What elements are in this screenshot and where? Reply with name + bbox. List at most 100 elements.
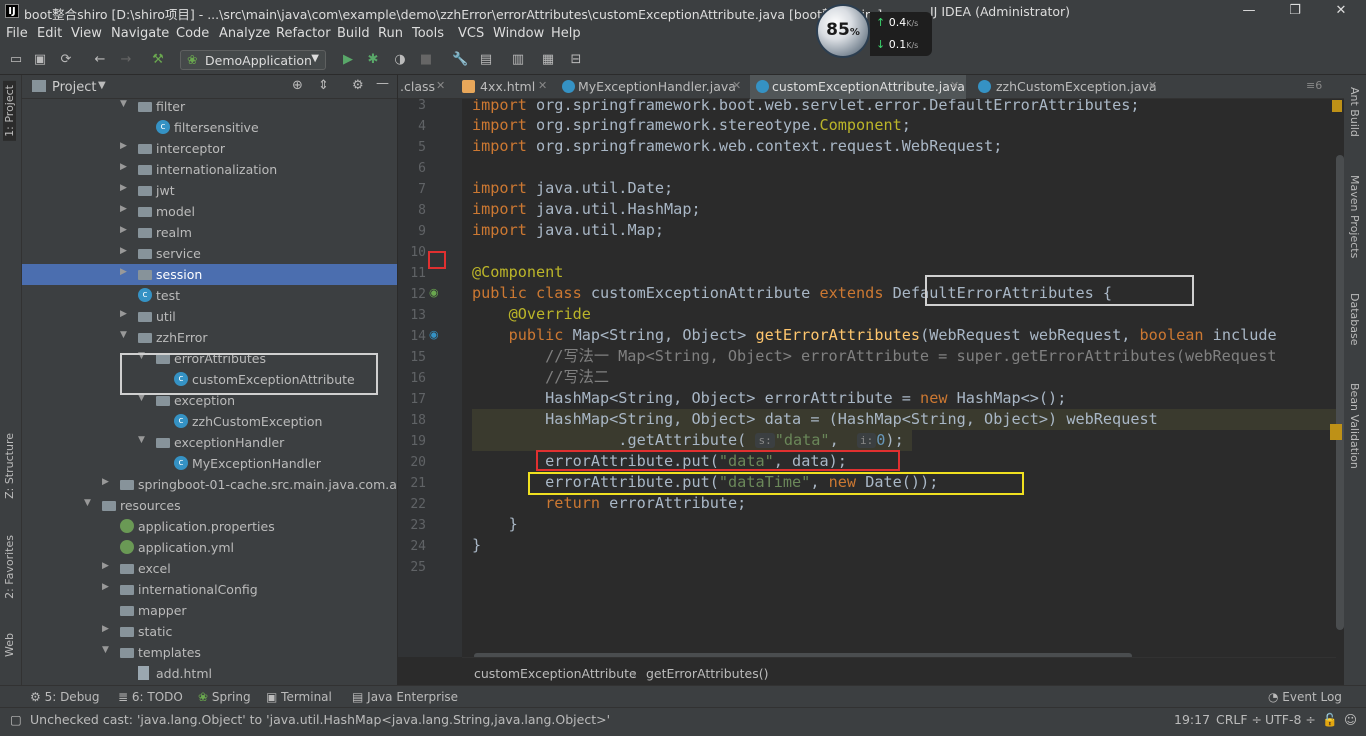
lock-icon[interactable]: 🔓: [1322, 712, 1338, 728]
menu-view[interactable]: View: [71, 26, 102, 41]
tree-item[interactable]: c MyExceptionHandler: [22, 453, 397, 474]
maven-tool-tab[interactable]: Maven Projects: [1348, 175, 1361, 258]
status-indicator-icon[interactable]: ▢: [10, 712, 22, 727]
save-all-icon[interactable]: ▣: [32, 52, 48, 68]
project-structure-icon[interactable]: ▤: [478, 52, 494, 68]
tree-item[interactable]: ▶ util: [22, 306, 397, 327]
tree-item[interactable]: ▶ jwt: [22, 180, 397, 201]
chevron-right-icon[interactable]: ▶: [120, 309, 127, 319]
sync-icon[interactable]: ⟳: [58, 52, 74, 68]
menu-analyze[interactable]: Analyze: [219, 26, 270, 41]
minimize-button[interactable]: —: [1234, 2, 1264, 20]
chevron-right-icon[interactable]: ▶: [102, 561, 109, 571]
line-separator[interactable]: CRLF ÷: [1216, 712, 1262, 727]
tree-item[interactable]: ▼ resources: [22, 495, 397, 516]
web-tool-tab[interactable]: Web: [3, 633, 16, 657]
chevron-right-icon[interactable]: ▶: [120, 162, 127, 172]
editor-vertical-scrollbar[interactable]: [1336, 155, 1344, 630]
tree-item[interactable]: ▶ springboot-01-cache.src.main.java.com.a…: [22, 474, 397, 495]
close-icon[interactable]: ✕: [732, 79, 741, 92]
warning-summary-icon[interactable]: [1332, 100, 1342, 112]
tree-item[interactable]: application.yml: [22, 537, 397, 558]
chevron-down-icon[interactable]: ▼: [120, 330, 127, 340]
debug-tool-tab[interactable]: ⚙ 5: Debug: [30, 690, 100, 704]
breadcrumb-method[interactable]: getErrorAttributes(): [646, 666, 768, 681]
ant-build-tool-tab[interactable]: Ant Build: [1348, 87, 1361, 137]
back-icon[interactable]: ←: [92, 52, 108, 68]
menu-window[interactable]: Window: [493, 26, 544, 41]
spring-tool-tab[interactable]: ❀ Spring: [198, 690, 251, 704]
tree-item[interactable]: ▼ templates: [22, 642, 397, 663]
menu-build[interactable]: Build: [337, 26, 370, 41]
chevron-down-icon[interactable]: ▼: [138, 435, 145, 445]
gear-icon[interactable]: ⚙: [352, 78, 364, 93]
override-gutter-icon[interactable]: ◉: [429, 328, 439, 341]
chevron-right-icon[interactable]: ▶: [120, 183, 127, 193]
chevron-right-icon[interactable]: ▶: [102, 582, 109, 592]
bean-validation-tool-tab[interactable]: Bean Validation: [1348, 383, 1361, 469]
structure-tool-tab[interactable]: Z: Structure: [3, 433, 16, 499]
menu-refactor[interactable]: Refactor: [276, 26, 331, 41]
menu-help[interactable]: Help: [551, 26, 581, 41]
database-tool-tab[interactable]: Database: [1348, 293, 1361, 346]
chevron-right-icon[interactable]: ▶: [120, 141, 127, 151]
warning-marker[interactable]: [1330, 424, 1342, 440]
tree-item[interactable]: ▶ session: [22, 264, 397, 285]
close-icon[interactable]: ✕: [436, 79, 445, 92]
terminal-icon[interactable]: ⊟: [568, 52, 584, 68]
tree-item[interactable]: c filtersensitive: [22, 117, 397, 138]
chevron-down-icon[interactable]: ▼: [98, 80, 106, 91]
code-editor[interactable]: import org.springframework.boot.web.serv…: [462, 99, 1336, 657]
chevron-right-icon[interactable]: ▶: [120, 225, 127, 235]
sdk-icon[interactable]: ▥: [510, 52, 526, 68]
breadcrumb-class[interactable]: customExceptionAttribute: [474, 666, 637, 681]
chevron-down-icon[interactable]: ▼: [120, 99, 127, 109]
tree-item[interactable]: ▶ internationalization: [22, 159, 397, 180]
todo-tool-tab[interactable]: ≣ 6: TODO: [118, 690, 183, 704]
open-folder-icon[interactable]: ▭: [8, 52, 24, 68]
tree-item[interactable]: ▼ exceptionHandler: [22, 432, 397, 453]
menu-edit[interactable]: Edit: [37, 26, 62, 41]
chevron-down-icon[interactable]: ▼: [102, 645, 109, 655]
stop-icon[interactable]: ■: [418, 52, 434, 68]
tree-item[interactable]: c zzhCustomException: [22, 411, 397, 432]
chevron-right-icon[interactable]: ▶: [120, 204, 127, 214]
project-panel-title[interactable]: Project: [52, 80, 96, 95]
hide-panel-icon[interactable]: —: [376, 76, 389, 91]
close-icon[interactable]: ✕: [1148, 79, 1157, 92]
tab-4xx-html[interactable]: 4xx.html ✕: [456, 75, 554, 99]
tree-item[interactable]: ▼ filter: [22, 96, 397, 117]
tree-item[interactable]: ▼ zzhError: [22, 327, 397, 348]
file-encoding[interactable]: UTF-8 ÷: [1265, 712, 1316, 727]
debug-bug-icon[interactable]: ✱: [365, 52, 381, 68]
favorites-tool-tab[interactable]: 2: Favorites: [3, 535, 16, 599]
menu-code[interactable]: Code: [176, 26, 209, 41]
coverage-icon[interactable]: ◑: [392, 52, 408, 68]
run-icon[interactable]: ▶: [340, 52, 356, 68]
tree-item[interactable]: ▶ internationalConfig: [22, 579, 397, 600]
tree-item[interactable]: ▶ model: [22, 201, 397, 222]
tree-item[interactable]: c test: [22, 285, 397, 306]
chevron-down-icon[interactable]: ▼: [84, 498, 91, 508]
tree-item[interactable]: ▶ realm: [22, 222, 397, 243]
tree-item[interactable]: ▶ excel: [22, 558, 397, 579]
locate-icon[interactable]: ⊕: [292, 78, 303, 93]
tree-item[interactable]: add.html: [22, 663, 397, 684]
tab-zzhcustomexception[interactable]: zzhCustomException.java ✕: [970, 75, 1166, 99]
tree-item[interactable]: ▶ interceptor: [22, 138, 397, 159]
chevron-right-icon[interactable]: ▶: [102, 477, 109, 487]
close-button[interactable]: ✕: [1326, 2, 1356, 20]
tab-customexceptionattribute[interactable]: customExceptionAttribute.java ✕: [750, 75, 966, 99]
build-hammer-icon[interactable]: ⚒: [150, 52, 166, 68]
menu-file[interactable]: File: [6, 26, 28, 41]
tree-item[interactable]: application.properties: [22, 516, 397, 537]
chevron-right-icon[interactable]: ▶: [120, 267, 127, 277]
menu-tools[interactable]: Tools: [412, 26, 444, 41]
tree-item[interactable]: ▶ service: [22, 243, 397, 264]
tree-item[interactable]: ▶ static: [22, 621, 397, 642]
menu-navigate[interactable]: Navigate: [111, 26, 169, 41]
chevron-right-icon[interactable]: ▶: [120, 246, 127, 256]
menu-run[interactable]: Run: [378, 26, 403, 41]
inspector-icon[interactable]: ☺: [1344, 712, 1357, 727]
forward-icon[interactable]: →: [118, 52, 134, 68]
